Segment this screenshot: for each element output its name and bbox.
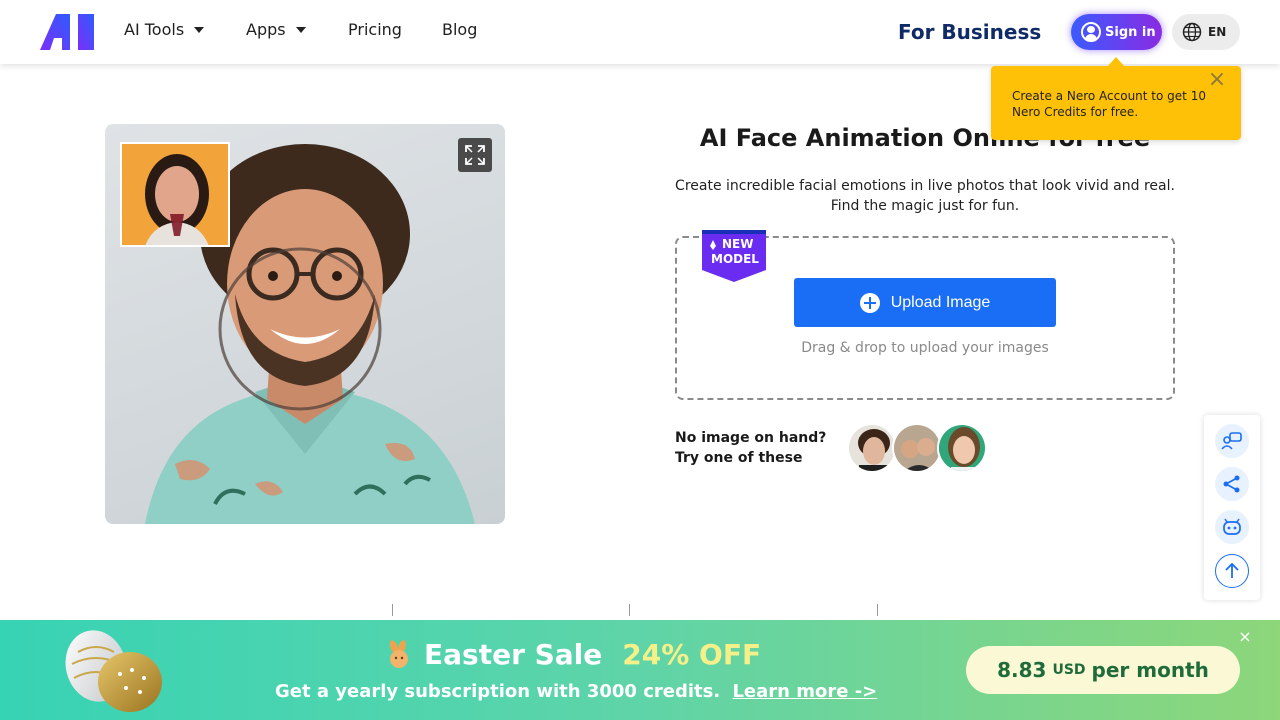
tooltip-text: Create a Nero Account to get 10 Nero Cre… — [1012, 89, 1206, 119]
close-icon[interactable]: × — [1207, 69, 1227, 91]
sample-image-3[interactable] — [937, 423, 987, 473]
demo-preview-image — [105, 124, 505, 524]
feedback-button[interactable] — [1215, 424, 1249, 458]
robot-icon — [1223, 518, 1241, 535]
sample-prompt: No image on hand? Try one of these — [675, 428, 826, 468]
globe-icon — [1182, 22, 1202, 42]
language-label: EN — [1208, 25, 1227, 39]
price-button[interactable]: 8.83 USD per month — [966, 646, 1240, 694]
fullscreen-button[interactable] — [458, 138, 492, 172]
easter-eggs-image — [65, 630, 162, 712]
expand-icon — [465, 145, 485, 165]
chevron-down-icon — [295, 26, 306, 33]
share-button[interactable] — [1215, 467, 1249, 501]
promo-banner: Easter Sale 24% OFF Get a yearly subscri… — [0, 620, 1280, 720]
learn-more-link[interactable]: Learn more -> — [732, 681, 877, 702]
drag-drop-hint: Drag & drop to upload your images — [801, 340, 1049, 356]
price-period: per month — [1091, 658, 1209, 682]
page: AI Tools Apps Pricing Blog For Business … — [0, 0, 1280, 720]
close-icon[interactable]: × — [1236, 628, 1254, 646]
ai-assistant-button[interactable] — [1215, 510, 1249, 544]
sign-in-label: Sign in — [1105, 24, 1156, 40]
promo-title-text: Easter Sale — [424, 638, 603, 671]
badge-line1: NEW — [722, 237, 754, 251]
sample-prompt-line2: Try one of these — [675, 450, 803, 466]
share-icon — [1223, 475, 1240, 493]
divider — [629, 604, 630, 616]
signup-tooltip: × Create a Nero Account to get 10 Nero C… — [991, 57, 1241, 140]
nav-ai-tools[interactable]: AI Tools — [124, 20, 205, 39]
promo-subtitle: Get a yearly subscription with 3000 cred… — [275, 681, 877, 702]
feedback-icon — [1221, 432, 1242, 450]
bunny-icon — [389, 639, 408, 668]
sample-image-1[interactable] — [847, 423, 897, 473]
back-to-top-button[interactable] — [1215, 554, 1249, 588]
nav-apps-label: Apps — [246, 20, 286, 39]
nav-ai-tools-label: AI Tools — [124, 20, 185, 39]
brand-logo[interactable] — [40, 14, 96, 50]
language-selector[interactable]: EN — [1172, 14, 1240, 50]
page-subtitle: Create incredible facial emotions in liv… — [675, 178, 1175, 214]
sample-prompt-line1: No image on hand? — [675, 430, 827, 446]
top-navbar: AI Tools Apps Pricing Blog For Business … — [0, 0, 1280, 64]
price-currency: USD — [1052, 662, 1086, 678]
for-business-link[interactable]: For Business — [898, 20, 1041, 44]
promo-discount: 24% OFF — [622, 638, 762, 671]
chevron-down-icon — [194, 26, 205, 33]
nav-pricing-label: Pricing — [348, 20, 402, 39]
badge-line2: MODEL — [711, 252, 759, 266]
price-value: 8.83 — [997, 658, 1047, 682]
upload-image-button[interactable]: Upload Image — [794, 278, 1056, 327]
divider — [392, 604, 393, 616]
sample-image-2[interactable] — [892, 423, 942, 473]
woman-thumbnail-image — [120, 142, 230, 247]
upload-image-label: Upload Image — [890, 293, 991, 311]
nav-blog-label: Blog — [442, 20, 478, 39]
nav-apps[interactable]: Apps — [246, 20, 306, 39]
nav-blog[interactable]: Blog — [442, 20, 477, 39]
plus-circle-icon — [859, 292, 880, 313]
divider — [877, 604, 878, 616]
user-icon — [1081, 22, 1101, 42]
new-model-badge: NEW MODEL — [702, 230, 766, 282]
sign-in-button[interactable]: Sign in — [1071, 14, 1162, 50]
arrow-up-icon — [1225, 562, 1239, 578]
promo-title: Easter Sale 24% OFF — [384, 638, 761, 671]
side-toolbar — [1204, 415, 1260, 600]
promo-subtitle-text: Get a yearly subscription with 3000 cred… — [275, 681, 721, 702]
nav-pricing[interactable]: Pricing — [348, 20, 402, 39]
